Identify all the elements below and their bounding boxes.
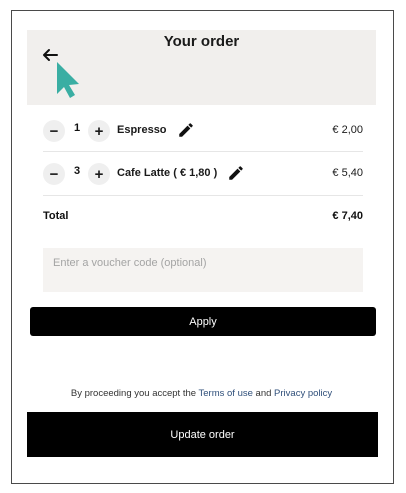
mouse-cursor-icon bbox=[57, 62, 79, 98]
order-list: − 1 + Espresso € 2,00 − 3 + Cafe Latte (… bbox=[43, 112, 363, 196]
item-price: € 5,40 bbox=[332, 167, 363, 179]
decrease-quantity-button[interactable]: − bbox=[43, 163, 65, 185]
item-name: Espresso bbox=[117, 124, 167, 136]
page-title: Your order bbox=[163, 33, 240, 50]
update-order-button[interactable]: Update order bbox=[27, 412, 378, 457]
increase-quantity-button[interactable]: + bbox=[88, 163, 110, 185]
order-item-cafe-latte: − 3 + Cafe Latte ( € 1,80 ) € 5,40 bbox=[43, 152, 363, 196]
decrease-quantity-button[interactable]: − bbox=[43, 120, 65, 142]
quantity-value: 1 bbox=[73, 122, 81, 134]
order-item-espresso: − 1 + Espresso € 2,00 bbox=[43, 112, 363, 152]
pencil-icon[interactable] bbox=[227, 164, 245, 182]
item-name: Cafe Latte ( € 1,80 ) bbox=[117, 167, 218, 179]
terms-connector: and bbox=[255, 388, 272, 399]
terms-of-use-link[interactable]: Terms of use bbox=[199, 388, 253, 399]
terms-notice: By proceeding you accept the Terms of us… bbox=[27, 388, 376, 399]
apply-button[interactable]: Apply bbox=[30, 307, 376, 336]
increase-quantity-button[interactable]: + bbox=[88, 120, 110, 142]
item-price: € 2,00 bbox=[332, 124, 363, 136]
pencil-icon[interactable] bbox=[177, 121, 195, 139]
voucher-code-input[interactable] bbox=[43, 248, 363, 292]
privacy-policy-link[interactable]: Privacy policy bbox=[274, 388, 332, 399]
order-total: Total € 7,40 bbox=[43, 210, 363, 222]
total-value: € 7,40 bbox=[332, 210, 363, 222]
total-label: Total bbox=[43, 210, 69, 222]
quantity-value: 3 bbox=[73, 165, 81, 177]
terms-prefix: By proceeding you accept the bbox=[70, 388, 197, 399]
